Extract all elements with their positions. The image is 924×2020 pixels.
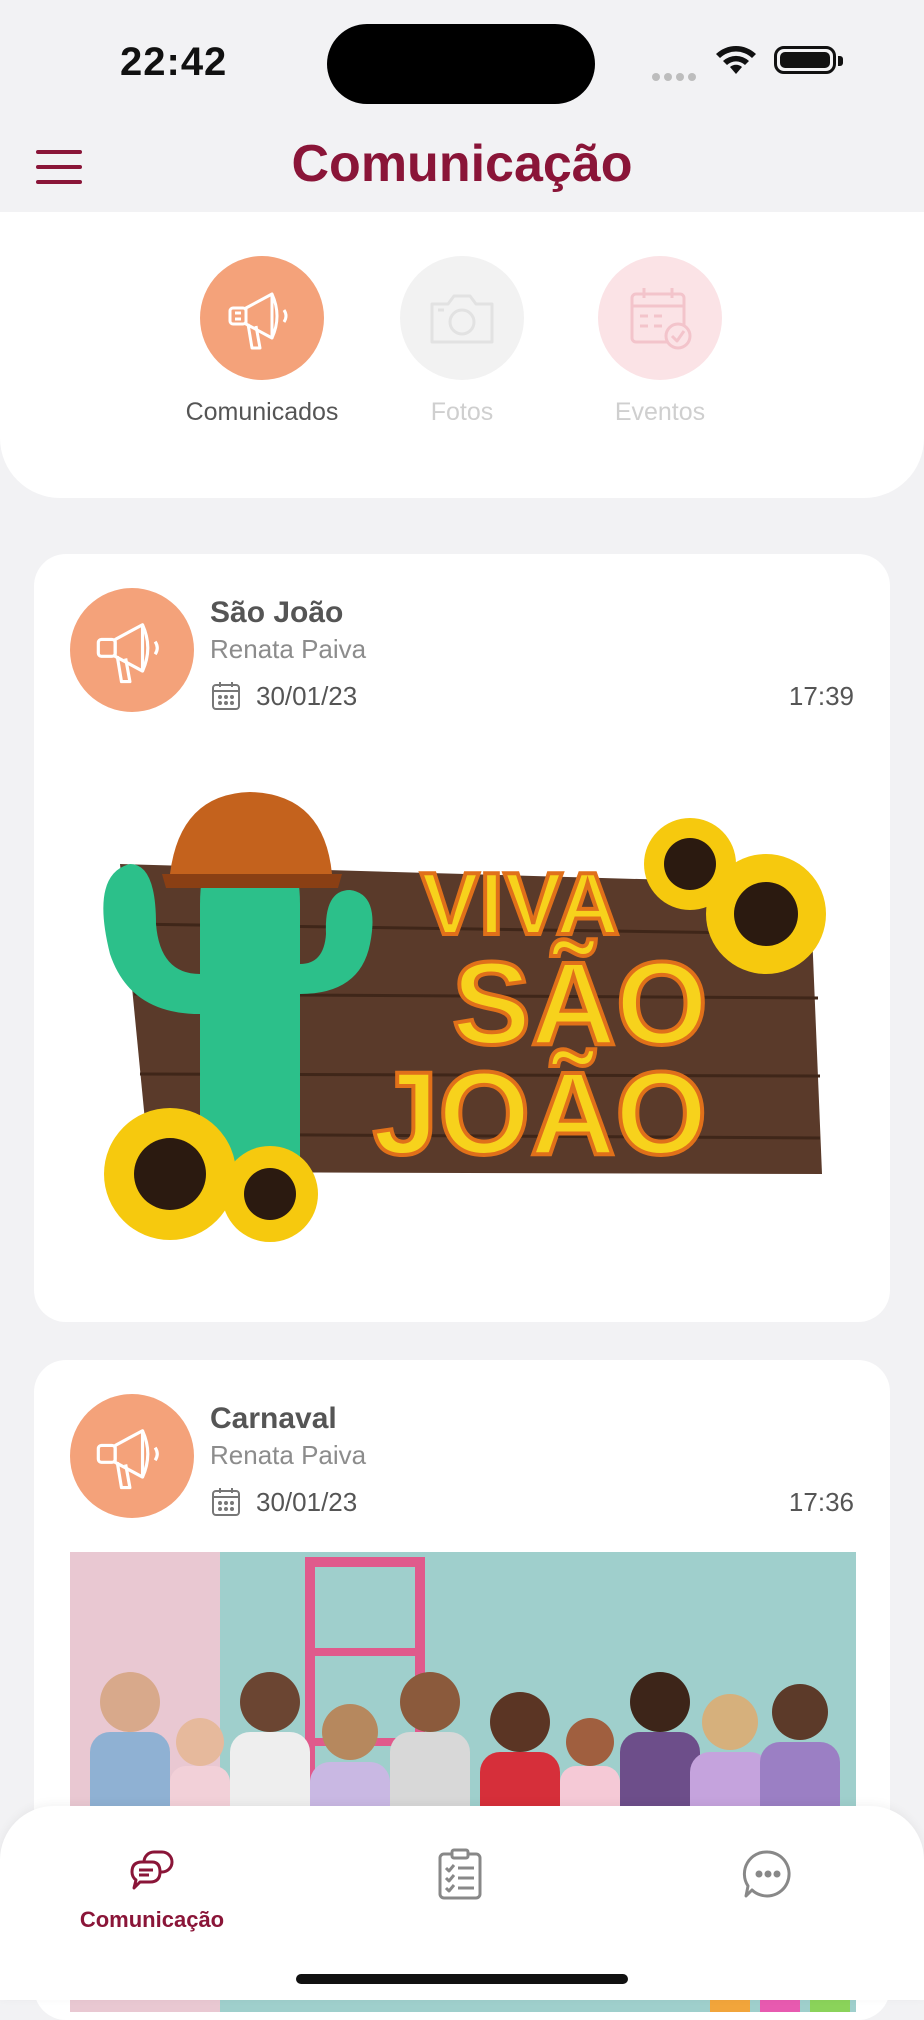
nav-tab-comunicacao[interactable]: Comunicação (52, 1846, 252, 1933)
megaphone-icon (200, 256, 324, 380)
battery-icon (774, 46, 843, 74)
chat-dots-icon (668, 1846, 868, 1907)
home-indicator[interactable] (296, 1974, 628, 1984)
nav-tab-checklist[interactable] (360, 1846, 560, 1907)
status-bar: 22:42 (0, 0, 924, 120)
app-header: Comunicação (0, 120, 924, 212)
post-date: 30/01/23 (256, 1487, 358, 1517)
post-image-sao-joao[interactable]: VIVA SÃO JOÃO (70, 754, 856, 1294)
calendar-icon (210, 680, 242, 717)
post-date: 30/01/23 (256, 681, 358, 711)
post-title: São João (210, 596, 344, 629)
post-time: 17:39 (788, 681, 854, 711)
category-fotos[interactable]: Fotos (362, 256, 562, 427)
nav-tab-label: Comunicação (79, 1907, 225, 1932)
category-comunicados[interactable]: Comunicados (162, 256, 362, 427)
wifi-icon (714, 44, 758, 81)
post-title: Carnaval (210, 1402, 337, 1435)
chat-bubbles-icon (52, 1846, 252, 1903)
status-time: 22:42 (120, 40, 228, 84)
post-time: 17:36 (788, 1487, 854, 1517)
post-card[interactable]: São João Renata Paiva 30/01/23 17:39 VIV… (34, 554, 890, 1322)
calendar-icon (210, 1486, 242, 1523)
camera-icon (400, 256, 524, 380)
nav-tab-messages[interactable] (668, 1846, 868, 1907)
category-label: Comunicados (185, 398, 339, 426)
post-author: Renata Paiva (210, 1440, 367, 1470)
cellular-signal-icon (652, 68, 700, 86)
image-text-line3: JOÃO (373, 1048, 707, 1180)
category-eventos[interactable]: Eventos (560, 256, 760, 427)
category-label: Eventos (614, 398, 706, 426)
checklist-icon (360, 1846, 560, 1907)
dynamic-island (327, 24, 595, 104)
calendar-check-icon (598, 256, 722, 380)
page-title: Comunicação (291, 135, 633, 193)
category-panel: Comunicados Fotos Eventos (0, 212, 924, 498)
post-author: Renata Paiva (210, 634, 367, 664)
megaphone-icon (70, 1394, 194, 1518)
megaphone-icon (70, 588, 194, 712)
bottom-navigation: Comunicação (0, 1806, 924, 2000)
category-label: Fotos (430, 398, 494, 426)
